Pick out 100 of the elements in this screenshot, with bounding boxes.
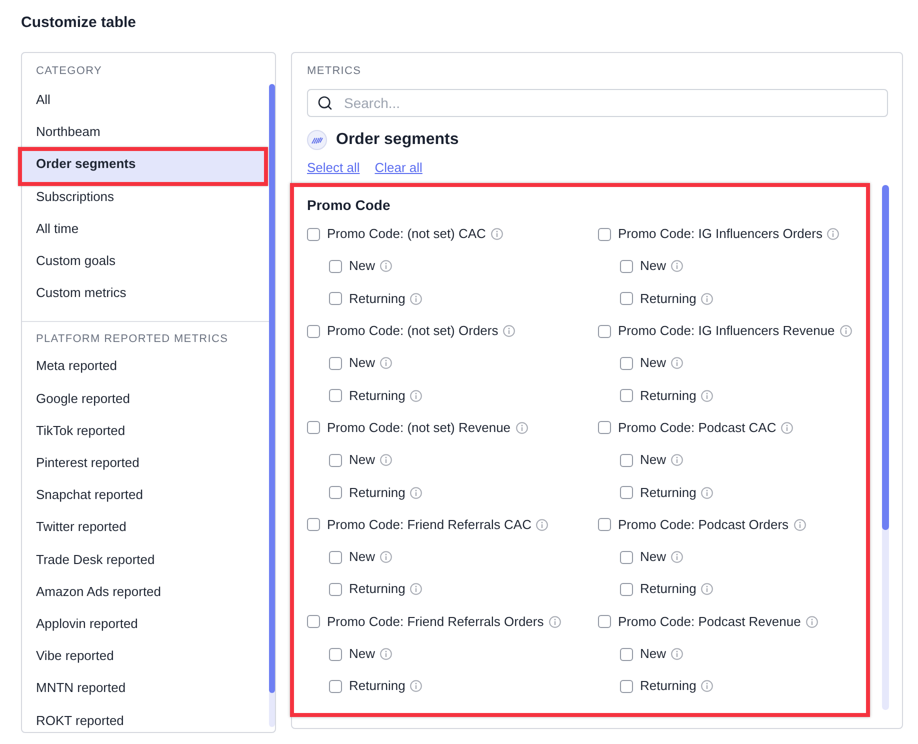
action-link[interactable]: Clear all — [374, 160, 422, 176]
category-item[interactable]: Vibe reported — [22, 642, 269, 670]
info-icon — [840, 325, 852, 338]
checkbox[interactable] — [329, 260, 342, 273]
category-item[interactable]: Applovin reported — [22, 610, 269, 638]
metric-label: Returning — [640, 484, 696, 501]
info-icon — [380, 648, 392, 660]
metric-label: Returning — [349, 484, 406, 501]
metric-label: New — [349, 355, 376, 372]
metric-label: New — [349, 549, 376, 566]
checkbox[interactable] — [329, 356, 342, 370]
checkbox[interactable] — [329, 582, 342, 596]
checkbox[interactable] — [620, 260, 633, 273]
checkbox[interactable] — [329, 292, 342, 306]
metric-label: New — [349, 646, 376, 662]
section-heading: METRICS — [307, 64, 362, 79]
checkbox[interactable] — [329, 486, 342, 500]
info-icon — [410, 486, 422, 499]
info-icon — [380, 551, 392, 564]
metric-label: Returning — [640, 581, 696, 598]
scrollbar-thumb[interactable] — [882, 185, 889, 530]
checkbox[interactable] — [329, 389, 342, 402]
checkbox[interactable] — [620, 389, 633, 402]
category-item[interactable]: Trade Desk reported — [22, 546, 269, 574]
info-icon — [536, 518, 548, 531]
info-icon — [701, 390, 714, 402]
checkbox[interactable] — [329, 648, 342, 660]
checkbox[interactable] — [598, 518, 611, 532]
category-item[interactable]: Order segments — [18, 146, 268, 186]
metric-label: Promo Code: Friend Referrals Orders — [327, 614, 544, 630]
category-item[interactable]: TikTok reported — [22, 416, 269, 445]
checkbox[interactable] — [620, 454, 633, 467]
category-item[interactable]: Custom goals — [22, 247, 269, 276]
info-icon — [701, 583, 714, 596]
metric-label: Promo Code: IG Influencers Revenue — [618, 323, 835, 340]
category-item[interactable]: Pinterest reported — [22, 449, 269, 477]
checkbox[interactable] — [307, 421, 320, 434]
search-icon — [317, 95, 333, 111]
metric-label: Promo Code: IG Influencers Orders — [618, 226, 822, 242]
checkbox[interactable] — [598, 421, 611, 434]
info-icon — [671, 648, 684, 660]
metric-label: New — [349, 452, 376, 468]
category-item[interactable]: Amazon Ads reported — [22, 578, 269, 606]
metric-label: Promo Code: (not set) CAC — [327, 226, 486, 242]
checkbox[interactable] — [329, 680, 342, 693]
checkbox[interactable] — [307, 324, 320, 338]
checkbox[interactable] — [598, 615, 611, 628]
info-icon — [410, 390, 422, 402]
checkbox[interactable] — [329, 454, 342, 467]
checkbox[interactable] — [307, 615, 320, 628]
category-item[interactable]: All — [22, 86, 269, 114]
metric-label: Promo Code: Podcast CAC — [618, 420, 776, 436]
checkbox[interactable] — [620, 356, 633, 370]
metric-label: Returning — [349, 388, 406, 404]
checkbox[interactable] — [620, 680, 633, 693]
category-item[interactable]: ROKT reported — [22, 706, 269, 732]
metric-label: Returning — [349, 678, 406, 694]
metric-label: New — [640, 549, 666, 566]
scrollbar-track[interactable] — [882, 185, 889, 710]
search-field[interactable]: Search... — [307, 89, 888, 117]
metric-label: Promo Code: Podcast Revenue — [618, 614, 801, 630]
info-icon — [410, 292, 422, 305]
category-item[interactable]: MNTN reported — [22, 674, 269, 702]
category-item[interactable]: Custom metrics — [22, 279, 269, 308]
section-heading: PLATFORM REPORTED METRICS — [36, 332, 228, 348]
metric-label: New — [349, 258, 376, 274]
action-link[interactable]: Select all — [307, 160, 360, 176]
info-icon — [827, 228, 840, 240]
category-item[interactable]: Google reported — [22, 384, 269, 413]
group-heading: Promo Code — [307, 196, 390, 214]
metric-label: Returning — [349, 581, 406, 598]
metric-label: Promo Code: (not set) Orders — [327, 323, 498, 340]
metric-label: New — [640, 452, 666, 468]
checkbox[interactable] — [307, 228, 320, 241]
checkbox[interactable] — [329, 550, 342, 564]
info-icon — [380, 260, 392, 272]
info-icon — [490, 228, 503, 240]
category-item[interactable]: All time — [22, 214, 269, 243]
dialog-title: Customize table — [21, 14, 136, 32]
info-icon — [671, 357, 684, 370]
checkbox[interactable] — [598, 324, 611, 338]
category-item[interactable]: Twitter reported — [22, 513, 269, 542]
info-icon — [671, 260, 684, 272]
info-icon — [503, 325, 516, 338]
checkbox[interactable] — [620, 292, 633, 306]
metric-label: Promo Code: Friend Referrals CAC — [327, 516, 532, 533]
category-item[interactable]: Meta reported — [22, 352, 269, 380]
checkbox[interactable] — [620, 648, 633, 660]
category-item[interactable]: Snapchat reported — [22, 481, 269, 510]
checkbox[interactable] — [620, 582, 633, 596]
category-item[interactable]: Northbeam — [22, 118, 269, 146]
metric-label: New — [640, 258, 666, 274]
info-icon — [671, 551, 684, 564]
checkbox[interactable] — [620, 550, 633, 564]
metric-label: Returning — [640, 678, 696, 694]
checkbox[interactable] — [598, 228, 611, 241]
group-title: Order segments — [336, 130, 459, 150]
checkbox[interactable] — [620, 486, 633, 500]
checkbox[interactable] — [307, 518, 320, 532]
info-icon — [516, 422, 528, 434]
